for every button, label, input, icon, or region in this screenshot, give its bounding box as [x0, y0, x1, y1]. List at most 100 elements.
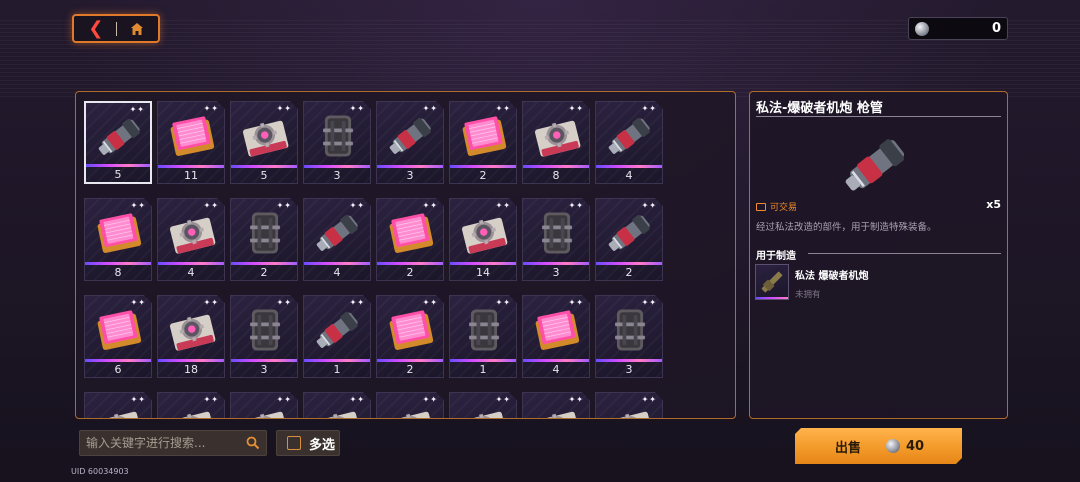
multi-select-label: 多选 [309, 437, 336, 453]
gear-case-icon [310, 399, 366, 418]
sell-label: 出售 [835, 440, 862, 456]
search-input[interactable] [86, 436, 246, 450]
user-id: UID 60034903 [71, 467, 129, 476]
title-divider [756, 116, 1001, 117]
item-title: 私法-爆破者机炮 枪管 [756, 101, 883, 116]
inventory-slot[interactable]: ✦✦ [303, 392, 371, 418]
inventory-slot[interactable]: ✦✦ [230, 392, 298, 418]
tradable-label: 可交易 [770, 203, 798, 213]
inventory-slot[interactable]: ✦✦ 5 [230, 101, 298, 184]
inventory-slot[interactable]: ✦✦ 3 [303, 101, 371, 184]
craft-item-name: 私法 爆破者机炮 [795, 271, 869, 282]
canister-icon [602, 302, 658, 358]
barrel-icon [92, 109, 148, 165]
inventory-slot[interactable]: ✦✦ 3 [595, 295, 663, 378]
gear-case-icon [456, 205, 512, 261]
inventory-slot[interactable]: ✦✦ [376, 392, 444, 418]
slot-quantity: 8 [114, 266, 122, 279]
barrel-icon [602, 108, 658, 164]
nav-divider [116, 21, 118, 36]
inventory-slot[interactable]: ✦✦ 3 [376, 101, 444, 184]
slot-quantity: 14 [476, 266, 490, 279]
slot-quantity: 2 [406, 266, 414, 279]
search-icon[interactable] [246, 436, 260, 450]
inventory-slot[interactable]: ✦✦ 4 [157, 198, 225, 281]
inventory-slot[interactable]: ✦✦ [157, 392, 225, 418]
slot-quantity: 1 [479, 363, 487, 376]
used-for-heading: 用于制造 [756, 251, 796, 262]
back-arrow-icon[interactable]: ❮ [88, 19, 103, 38]
slot-quantity: 2 [479, 169, 487, 182]
home-icon[interactable] [130, 22, 144, 36]
top-nav: ❮ [72, 14, 160, 43]
slot-quantity: 4 [333, 266, 341, 279]
inventory-slot[interactable]: ✦✦ 2 [449, 101, 517, 184]
slot-quantity: 3 [333, 169, 341, 182]
inventory-slot[interactable]: ✦✦ 2 [376, 295, 444, 378]
canister-icon [237, 205, 293, 261]
inventory-slot[interactable]: ✦✦ 8 [84, 198, 152, 281]
sell-button[interactable]: 出售 40 [795, 428, 962, 464]
inventory-slot[interactable]: ✦✦ 4 [595, 101, 663, 184]
barrel-icon [602, 205, 658, 261]
pink-chip-icon [164, 108, 220, 164]
inventory-slot[interactable]: ✦✦ [449, 392, 517, 418]
pink-chip-icon [383, 205, 439, 261]
inventory-slot[interactable]: ✦✦ 3 [230, 295, 298, 378]
barrel-icon [383, 108, 439, 164]
slot-quantity: 1 [333, 363, 341, 376]
sell-price: 40 [906, 438, 925, 454]
inventory-slot[interactable]: ✦✦ 4 [522, 295, 590, 378]
inventory-slot[interactable]: ✦✦ 11 [157, 101, 225, 184]
inventory-slot[interactable]: ✦✦ 2 [595, 198, 663, 281]
canister-icon [310, 108, 366, 164]
inventory-slot[interactable]: ✦✦ [522, 392, 590, 418]
inventory-slot[interactable]: ✦✦ 5 [84, 101, 152, 184]
slot-quantity: 3 [260, 363, 268, 376]
inventory-slot[interactable]: ✦✦ 4 [303, 198, 371, 281]
item-count: x5 [986, 198, 1001, 211]
inventory-slot[interactable]: ✦✦ 1 [449, 295, 517, 378]
slot-quantity: 4 [552, 363, 560, 376]
gear-case-icon [456, 399, 512, 418]
gear-case-icon [529, 399, 585, 418]
gear-case-icon [164, 302, 220, 358]
slot-quantity: 4 [187, 266, 195, 279]
slot-quantity: 6 [114, 363, 122, 376]
inventory-slot[interactable]: ✦✦ 8 [522, 101, 590, 184]
slot-quantity: 11 [184, 169, 198, 182]
rarity-bar [756, 297, 788, 299]
inventory-slot[interactable]: ✦✦ 3 [522, 198, 590, 281]
inventory-panel: ✦✦ 5 ✦✦ 11 ✦✦ 5 ✦✦ 3 ✦✦ 3 ✦✦ 2 ✦✦ 8 ✦✦ 4 ✦✦ 8 ✦✦ 4 ✦✦ 2 ✦✦ 4 ✦✦ 2… [75, 91, 736, 419]
canister-icon [529, 205, 585, 261]
slot-quantity: 2 [406, 363, 414, 376]
inventory-slot[interactable]: ✦✦ 6 [84, 295, 152, 378]
inventory-slot[interactable]: ✦✦ [595, 392, 663, 418]
pink-chip-icon [383, 302, 439, 358]
inventory-slot[interactable]: ✦✦ 2 [230, 198, 298, 281]
gear-case-icon [383, 399, 439, 418]
search-bar [79, 430, 267, 456]
slot-quantity: 4 [625, 169, 633, 182]
item-description: 经过私法改造的部件，用于制造特殊装备。 [756, 222, 937, 233]
slot-quantity: 2 [260, 266, 268, 279]
gear-case-icon [602, 399, 658, 418]
multi-select-checkbox[interactable] [287, 436, 301, 450]
inventory-slot[interactable]: ✦✦ 2 [376, 198, 444, 281]
tradable-tag: 可交易 [756, 200, 797, 213]
gear-case-icon [164, 399, 220, 418]
inventory-slot[interactable]: ✦✦ 1 [303, 295, 371, 378]
craft-item-status: 未拥有 [795, 290, 821, 300]
pink-chip-icon [529, 302, 585, 358]
used-for-divider [808, 253, 1001, 254]
multi-select-toggle[interactable]: 多选 [276, 430, 340, 456]
gear-case-icon [237, 399, 293, 418]
inventory-slot[interactable]: ✦✦ [84, 392, 152, 418]
gear-case-icon [164, 205, 220, 261]
slot-quantity: 3 [406, 169, 414, 182]
craft-target-item[interactable]: 私法 爆破者机炮 未拥有 [755, 264, 995, 302]
gear-case-icon [237, 108, 293, 164]
gear-case-icon [529, 108, 585, 164]
inventory-slot[interactable]: ✦✦ 14 [449, 198, 517, 281]
inventory-slot[interactable]: ✦✦ 18 [157, 295, 225, 378]
